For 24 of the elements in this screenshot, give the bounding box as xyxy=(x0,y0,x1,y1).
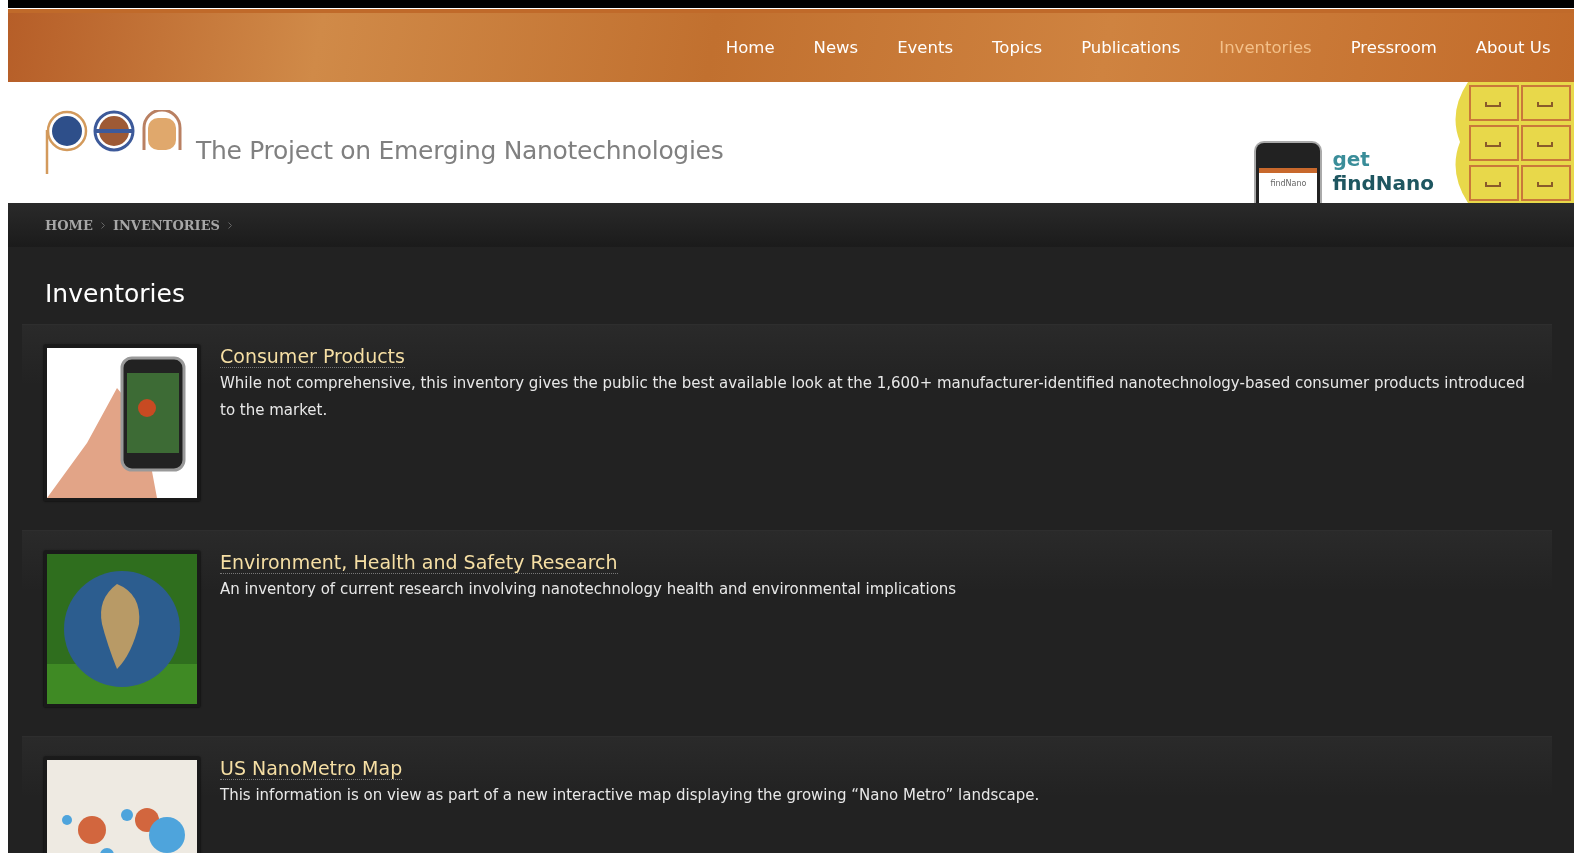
nav-link[interactable]: Pressroom xyxy=(1331,32,1457,63)
inventory-title-link[interactable]: Consumer Products xyxy=(220,345,405,368)
inventory-title-link[interactable]: Environment, Health and Safety Research xyxy=(220,551,618,574)
chevron-icon xyxy=(227,221,232,229)
breadcrumb-link[interactable]: INVENTORIES xyxy=(112,217,220,233)
page-title: Inventories xyxy=(45,279,186,308)
nav-link[interactable]: Home xyxy=(706,32,795,63)
promo-text[interactable]: findNano xyxy=(1332,171,1434,195)
inventory-description: An inventory of current research involving nanotechnology health and environmental implications xyxy=(220,579,958,600)
inventory-description: This information is on view as part of a new interactive map displaying the growing “Nano Metro” landscape. xyxy=(220,785,1041,806)
logo-drawing[interactable] xyxy=(44,109,184,176)
chevron-icon xyxy=(100,221,105,229)
nav-link[interactable]: About Us xyxy=(1456,32,1570,63)
inventory-description: While not comprehensive, this inventory gives the public the best available look at the 1,600+ manufacturer-identified nanotechnology-based consumer products introduced to the market. xyxy=(220,373,1526,421)
promo-text[interactable]: get xyxy=(1332,147,1434,171)
nav-link[interactable]: Publications xyxy=(1061,32,1200,63)
nav-link[interactable]: Inventories xyxy=(1199,32,1332,63)
nav-link[interactable]: Topics xyxy=(972,32,1062,63)
inventory-title-link[interactable]: US NanoMetro Map xyxy=(220,757,403,780)
nav-link[interactable]: News xyxy=(794,32,878,63)
phone-screen-label: findNano xyxy=(1259,168,1318,203)
nav-link[interactable]: Events xyxy=(877,32,973,63)
breadcrumb-link[interactable]: HOME xyxy=(45,217,93,233)
site-title: The Project on Emerging Nanotechnologies xyxy=(196,136,724,165)
